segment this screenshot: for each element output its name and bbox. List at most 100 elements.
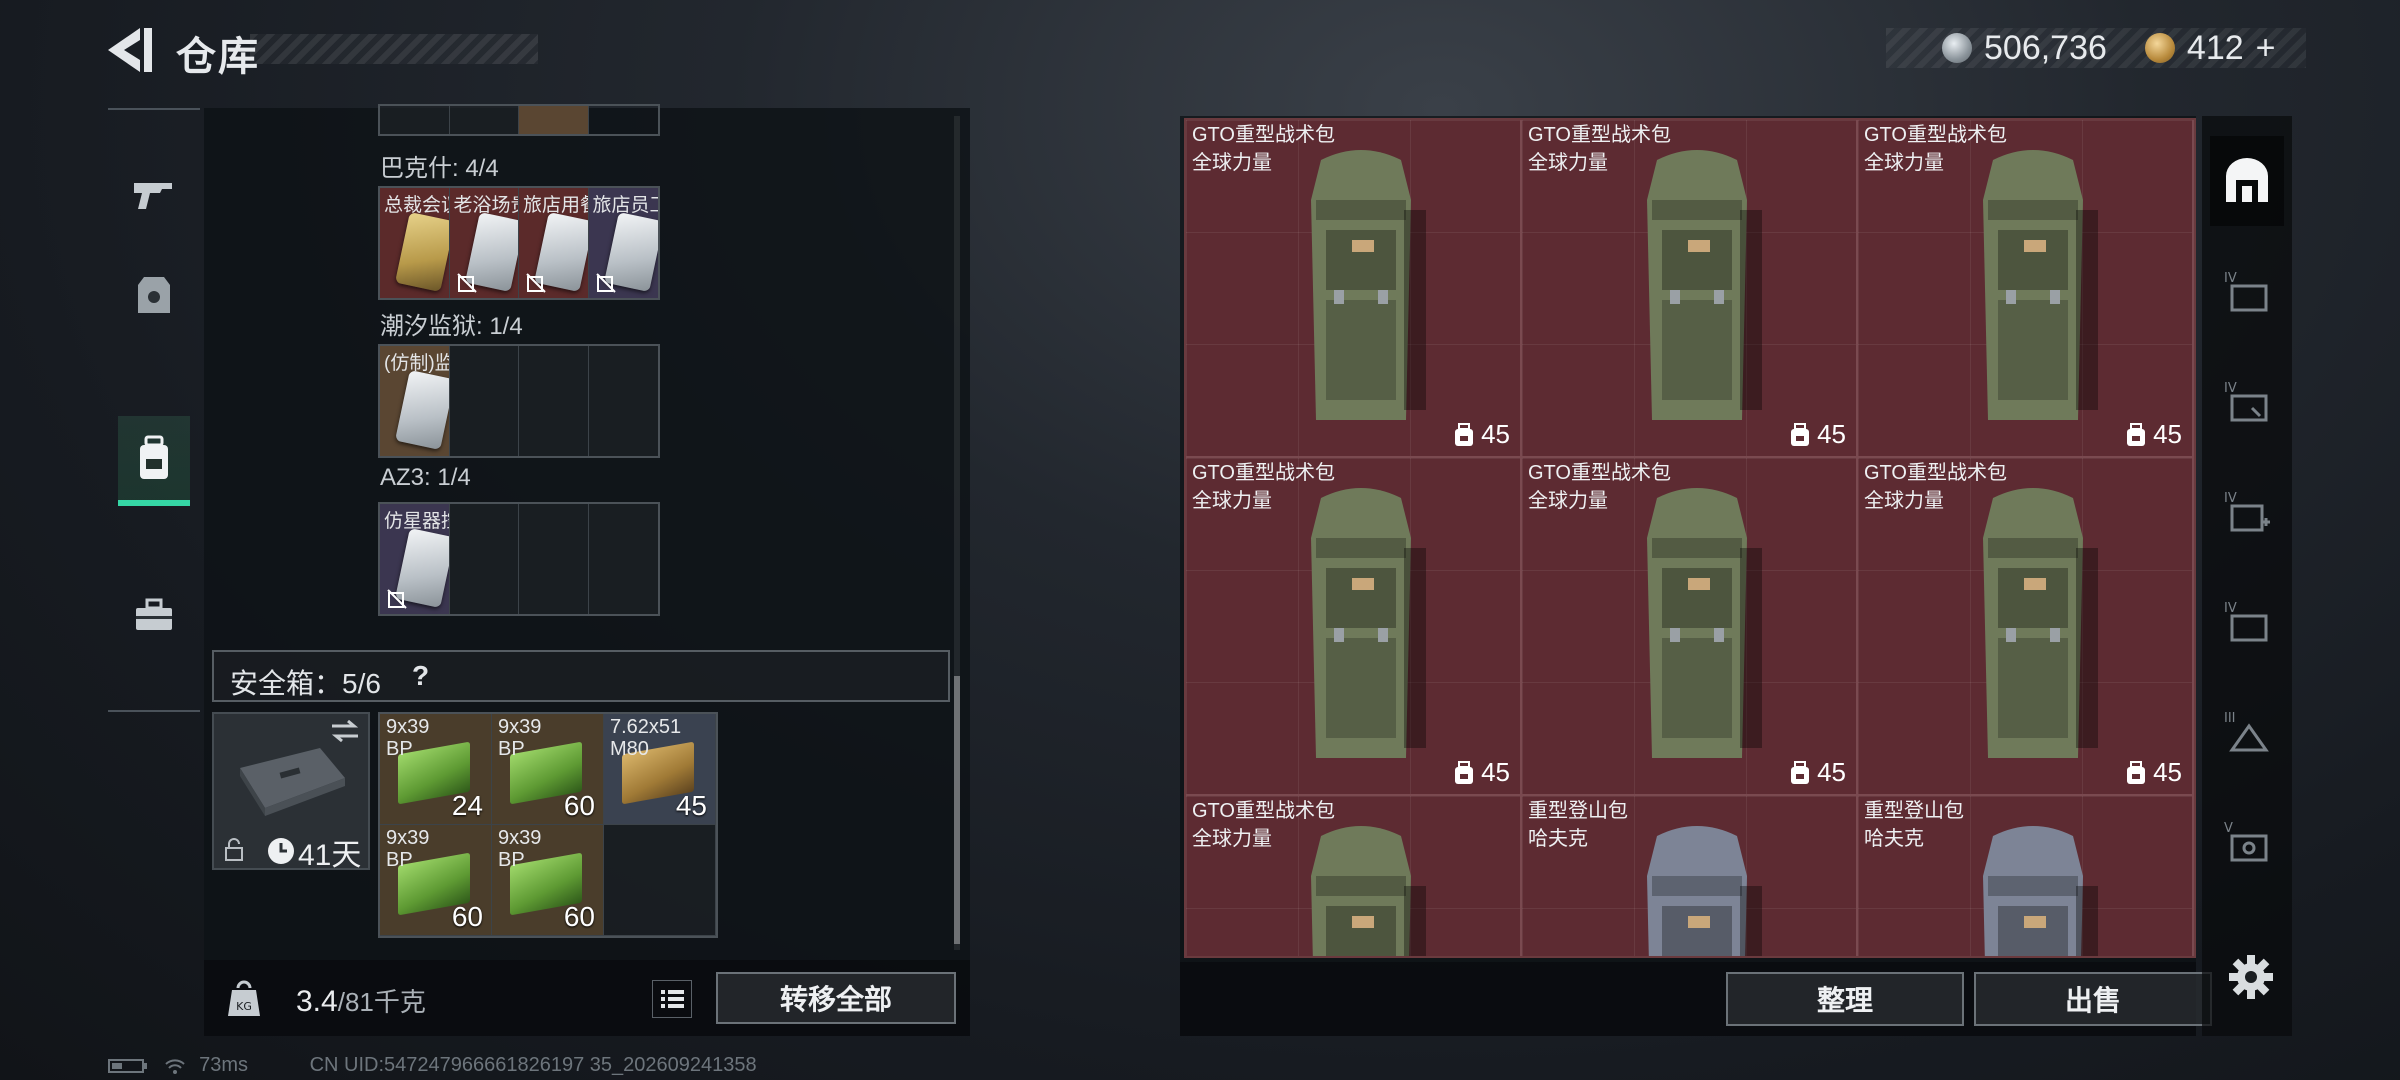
- empty-slot[interactable]: [449, 346, 519, 456]
- backpack-slot[interactable]: GTO重型战术包 全球力量 45: [1858, 120, 2194, 458]
- page-title: 仓库: [176, 35, 260, 79]
- safe-box-grid: 9x39 BP 24 9x39 BP 60 7.62x51 M80 45 9x3…: [378, 712, 718, 938]
- title-decoration: [250, 34, 538, 64]
- keycard-icon: [395, 370, 449, 450]
- backpack-slot[interactable]: GTO重型战术包 全球力量 45: [1186, 458, 1522, 796]
- tab-container-4[interactable]: IV: [2210, 576, 2284, 666]
- tab-stash-home[interactable]: [2210, 136, 2284, 226]
- backpack-art-icon: [1311, 150, 1426, 420]
- backpack-brand: 全球力量: [1192, 828, 1272, 850]
- key-card-slot[interactable]: 老浴场贵...: [449, 188, 519, 298]
- slot-name: 总裁会议室: [384, 195, 449, 216]
- stash-scroll-thumb[interactable]: [954, 676, 960, 944]
- empty-slot[interactable]: [588, 504, 658, 614]
- backpack-brand: 哈夫克: [1864, 828, 1924, 850]
- ammo-slot[interactable]: 9x39 BP 60: [380, 825, 492, 936]
- item-slot[interactable]: [380, 106, 450, 134]
- backpack-slot[interactable]: GTO重型战术包 全球力量: [1186, 796, 1522, 956]
- key-group-az3: 仿星器控...: [378, 502, 660, 616]
- item-slot[interactable]: [519, 106, 589, 134]
- list-view-button[interactable]: [652, 980, 692, 1018]
- add-currency-button[interactable]: +: [2256, 29, 2276, 68]
- empty-slot[interactable]: [449, 504, 519, 614]
- empty-slot[interactable]: [588, 346, 658, 456]
- home-icon: [2226, 158, 2268, 202]
- container-icon: III: [2224, 711, 2269, 752]
- tier-label: III: [2224, 711, 2236, 726]
- ammo-slot[interactable]: 7.62x51 M80 45: [604, 714, 716, 825]
- sell-button[interactable]: 出售: [1974, 972, 2212, 1026]
- nav-armor[interactable]: [118, 250, 190, 340]
- backpack-slot[interactable]: GTO重型战术包 全球力量 45: [1522, 458, 1858, 796]
- backpack-grid: GTO重型战术包 全球力量 45 GTO重型战术包 全球力量 45 GTO重型战术包 全球力量…: [1184, 118, 2196, 958]
- back-arrow-icon: [108, 28, 152, 72]
- backpack-brand: 全球力量: [1528, 490, 1608, 512]
- backpack-capacity: 45: [1453, 757, 1510, 788]
- gold-amount: 412: [2186, 28, 2244, 67]
- help-button[interactable]: ?: [412, 660, 429, 692]
- backpack-name: 重型登山包: [1528, 800, 1628, 822]
- armor-icon: [138, 277, 170, 313]
- backpack-capacity: 45: [1453, 419, 1510, 450]
- ammo-slot[interactable]: 9x39 BP 60: [492, 714, 604, 825]
- back-button[interactable]: [100, 24, 156, 76]
- weight-max: /81千克: [337, 987, 426, 1017]
- empty-slot[interactable]: [519, 504, 589, 614]
- ammo-slot[interactable]: 9x39 BP 60: [492, 825, 604, 936]
- tier-label: V: [2224, 821, 2233, 836]
- transfer-all-button[interactable]: 转移全部: [716, 972, 956, 1024]
- gold-coin-icon: [2144, 33, 2175, 63]
- key-card-slot[interactable]: 总裁会议室: [380, 188, 450, 298]
- backpack-name: GTO重型战术包: [1192, 800, 1335, 822]
- tab-container-1[interactable]: IV: [2210, 246, 2284, 336]
- backpack-name: GTO重型战术包: [1192, 124, 1335, 146]
- container-icon: V: [2224, 821, 2268, 862]
- capacity-value: 45: [1817, 757, 1846, 787]
- nav-weapons[interactable]: [118, 150, 190, 240]
- group-label: 巴克什: 4/4: [380, 155, 499, 182]
- ammo-quantity: 60: [563, 901, 595, 932]
- empty-slot[interactable]: [519, 346, 589, 456]
- slot-name: 旅店员工...: [592, 195, 659, 216]
- tab-container-6[interactable]: V: [2210, 796, 2284, 886]
- backpack-capacity: 45: [2125, 757, 2182, 788]
- tab-container-2[interactable]: IV: [2210, 356, 2284, 446]
- toolkit-icon: [136, 598, 172, 630]
- capacity-icon: [1455, 422, 1474, 446]
- backpack-brand: 全球力量: [1528, 152, 1608, 174]
- tab-container-5[interactable]: III: [2210, 686, 2284, 776]
- backpack-slot[interactable]: GTO重型战术包 全球力量 45: [1858, 458, 2194, 796]
- backpack-art-icon: [1983, 150, 2098, 420]
- safe-box-header: 安全箱：5/6 ?: [212, 650, 950, 702]
- item-slot[interactable]: [449, 106, 519, 134]
- no-trade-icon: [526, 273, 546, 293]
- key-card-slot[interactable]: (仿制)监...: [380, 346, 450, 456]
- key-card-slot[interactable]: 旅店员工...: [588, 188, 659, 298]
- ammo-slot[interactable]: 9x39 BP 24: [380, 714, 492, 825]
- backpack-slot[interactable]: 重型登山包 哈夫克: [1522, 796, 1858, 956]
- backpack-slot[interactable]: 重型登山包 哈夫克: [1858, 796, 2194, 956]
- backpack-capacity: 45: [1789, 757, 1846, 788]
- backpack-name: GTO重型战术包: [1864, 124, 2007, 146]
- backpack-name: GTO重型战术包: [1528, 124, 1671, 146]
- capacity-value: 45: [2153, 757, 2182, 787]
- empty-slot[interactable]: [604, 825, 716, 936]
- backpack-brand: 全球力量: [1192, 490, 1272, 512]
- case-icon: [240, 748, 345, 816]
- backpack-slot[interactable]: GTO重型战术包 全球力量 45: [1186, 120, 1522, 458]
- settings-button[interactable]: [2226, 952, 2276, 1002]
- nav-backpack[interactable]: [118, 416, 190, 506]
- backpack-slot[interactable]: GTO重型战术包 全球力量 45: [1522, 120, 1858, 458]
- swap-icon[interactable]: [330, 720, 360, 742]
- weight-bar: KG 3.4/81千克 转移全部: [204, 960, 970, 1036]
- key-card-slot[interactable]: 旅店用餐间: [519, 188, 589, 298]
- key-card-slot[interactable]: 仿星器控...: [380, 504, 450, 614]
- ammo-name: 9x39 BP: [386, 827, 430, 871]
- organize-button[interactable]: 整理: [1726, 972, 1964, 1026]
- lock-icon: [225, 838, 243, 861]
- group-label: AZ3: 1/4: [380, 464, 471, 491]
- nav-toolkit[interactable]: [118, 570, 190, 660]
- no-trade-icon: [595, 273, 616, 293]
- safe-box-case[interactable]: 41天: [212, 712, 370, 872]
- tab-container-3[interactable]: IV: [2210, 466, 2284, 556]
